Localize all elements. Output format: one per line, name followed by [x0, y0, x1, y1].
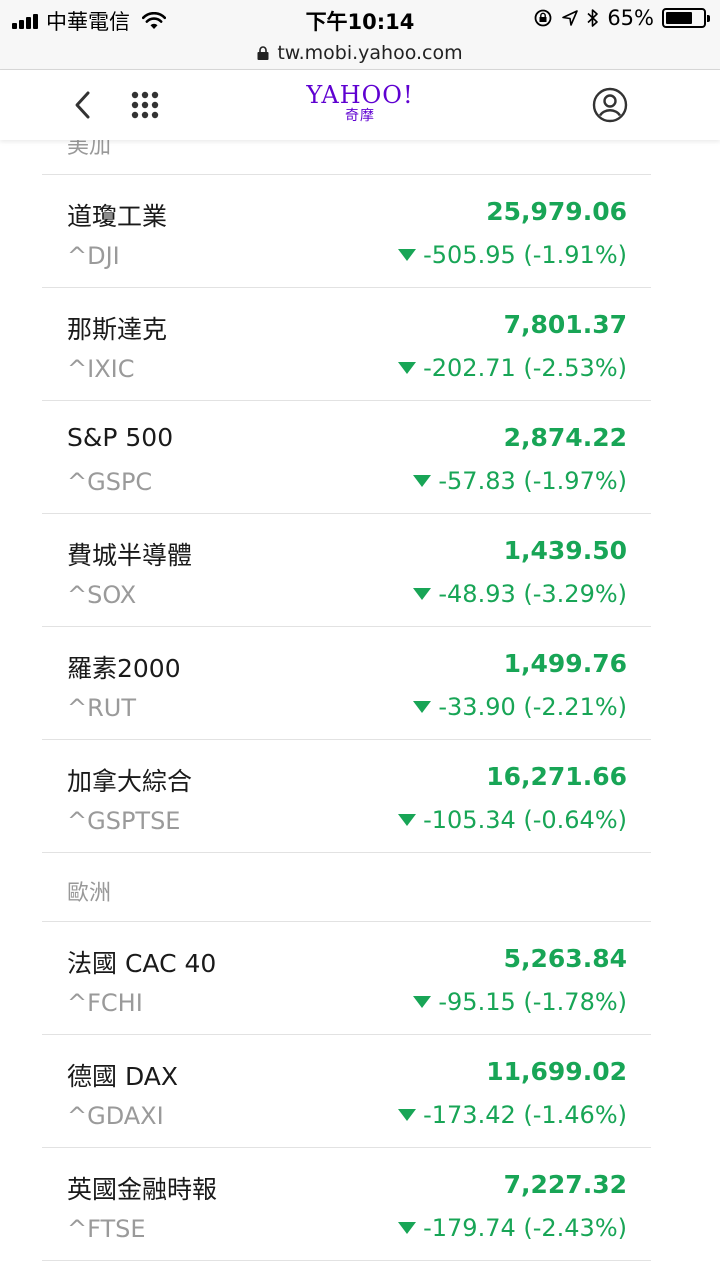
triangle-down-icon	[398, 1109, 417, 1121]
index-name: 道瓊工業	[67, 202, 168, 231]
quote-row[interactable]: 道瓊工業 ^DJI 25,979.06 -505.95 (-1.91%)	[42, 175, 651, 288]
change-value: -179.74 (-2.43%)	[423, 1214, 627, 1242]
bluetooth-icon	[587, 8, 599, 28]
quote-row[interactable]: 那斯達克 ^IXIC 7,801.37 -202.71 (-2.53%)	[42, 288, 651, 401]
triangle-down-icon	[413, 588, 432, 600]
index-change: -173.42 (-1.46%)	[398, 1101, 627, 1129]
quote-row[interactable]: 英國金融時報 ^FTSE 7,227.32 -179.74 (-2.43%)	[42, 1148, 651, 1261]
index-change: -33.90 (-2.21%)	[413, 693, 627, 721]
index-price: 1,499.76	[503, 649, 627, 678]
index-symbol: ^GDAXI	[67, 1102, 164, 1130]
index-symbol: ^IXIC	[67, 355, 135, 383]
triangle-down-icon	[398, 1222, 417, 1234]
triangle-down-icon	[413, 701, 432, 713]
battery-icon	[662, 8, 710, 28]
quote-row[interactable]: 羅素2000 ^RUT 1,499.76 -33.90 (-2.21%)	[42, 627, 651, 740]
triangle-down-icon	[413, 996, 432, 1008]
url-text: tw.mobi.yahoo.com	[277, 41, 463, 64]
change-value: -202.71 (-2.53%)	[423, 354, 627, 382]
index-name: S&P 500	[67, 423, 174, 452]
battery-percent: 65%	[607, 6, 654, 30]
section-header: 歐洲	[42, 853, 651, 922]
quote-row[interactable]: 加拿大綜合 ^GSPTSE 16,271.66 -105.34 (-0.64%)	[42, 740, 651, 853]
index-price: 1,439.50	[503, 536, 627, 565]
index-name: 加拿大綜合	[67, 767, 193, 796]
section-title: 美加	[67, 140, 112, 159]
index-symbol: ^GSPC	[67, 468, 153, 496]
index-change: -95.15 (-1.78%)	[413, 988, 627, 1016]
index-symbol: ^GSPTSE	[67, 807, 181, 835]
change-value: -33.90 (-2.21%)	[438, 693, 627, 721]
index-name: 羅素2000	[67, 654, 181, 683]
url-bar[interactable]: tw.mobi.yahoo.com	[0, 36, 720, 70]
quote-row[interactable]: S&P 500 ^GSPC 2,874.22 -57.83 (-1.97%)	[42, 401, 651, 514]
index-price: 11,699.02	[486, 1057, 627, 1086]
section-title: 歐洲	[67, 881, 112, 906]
index-symbol: ^DJI	[67, 242, 120, 270]
app-header: YAHOO! 奇摩	[0, 70, 720, 140]
market-list: 美加 道瓊工業 ^DJI 25,979.06 -505.95 (-1.91%) 那斯達克…	[42, 140, 651, 1273]
lock-icon	[257, 45, 269, 60]
triangle-down-icon	[398, 249, 417, 261]
index-name: 那斯達克	[67, 315, 168, 344]
index-price: 16,271.66	[486, 762, 627, 791]
index-symbol: ^RUT	[67, 694, 137, 722]
index-name: 法國 CAC 40	[67, 949, 217, 978]
index-name: 英國金融時報	[67, 1175, 218, 1204]
user-circle-icon	[592, 87, 628, 123]
index-price: 2,874.22	[503, 423, 627, 452]
index-price: 25,979.06	[486, 197, 627, 226]
triangle-down-icon	[398, 814, 417, 826]
quote-row[interactable]: 費城半導體 ^SOX 1,439.50 -48.93 (-3.29%)	[42, 514, 651, 627]
triangle-down-icon	[398, 362, 417, 374]
index-change: -202.71 (-2.53%)	[398, 354, 627, 382]
account-button[interactable]	[592, 87, 628, 123]
status-bar: 中華電信 下午10:14 65%	[0, 0, 720, 36]
index-name: 費城半導體	[67, 541, 193, 570]
change-value: -57.83 (-1.97%)	[438, 467, 627, 495]
quote-row[interactable]: 法國 CAC 40 ^FCHI 5,263.84 -95.15 (-1.78%)	[42, 922, 651, 1035]
index-symbol: ^FTSE	[67, 1215, 146, 1243]
index-name: 德國 DAX	[67, 1062, 178, 1091]
change-value: -173.42 (-1.46%)	[423, 1101, 627, 1129]
change-value: -95.15 (-1.78%)	[438, 988, 627, 1016]
index-change: -179.74 (-2.43%)	[398, 1214, 627, 1242]
index-change: -505.95 (-1.91%)	[398, 241, 627, 269]
index-change: -105.34 (-0.64%)	[398, 806, 627, 834]
location-icon	[561, 9, 579, 27]
index-price: 5,263.84	[503, 944, 627, 973]
change-value: -505.95 (-1.91%)	[423, 241, 627, 269]
change-value: -48.93 (-3.29%)	[438, 580, 627, 608]
index-price: 7,227.32	[503, 1170, 627, 1199]
index-price: 7,801.37	[503, 310, 627, 339]
index-change: -57.83 (-1.97%)	[413, 467, 627, 495]
index-change: -48.93 (-3.29%)	[413, 580, 627, 608]
index-symbol: ^FCHI	[67, 989, 143, 1017]
change-value: -105.34 (-0.64%)	[423, 806, 627, 834]
index-symbol: ^SOX	[67, 581, 137, 609]
quote-row[interactable]: 德國 DAX ^GDAXI 11,699.02 -173.42 (-1.46%)	[42, 1035, 651, 1148]
section-header: 美加	[42, 140, 651, 175]
orientation-lock-icon	[533, 8, 553, 28]
triangle-down-icon	[413, 475, 432, 487]
